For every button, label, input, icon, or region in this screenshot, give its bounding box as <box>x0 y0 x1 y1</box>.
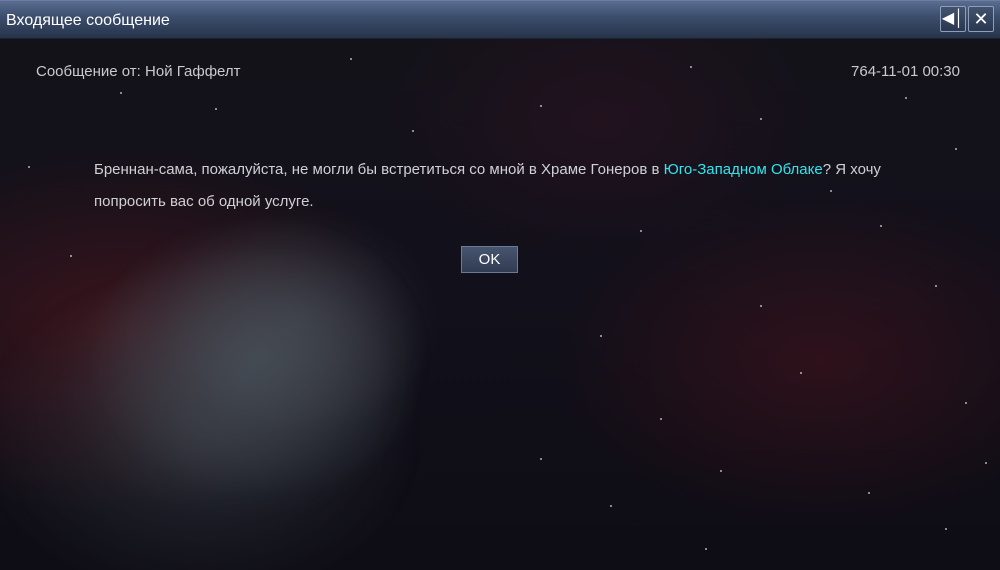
close-button[interactable]: ✕ <box>968 6 994 32</box>
speaker-icon: ◀│ <box>941 10 965 27</box>
sound-button[interactable]: ◀│ <box>940 6 966 32</box>
message-text-before: Бреннан-сама, пожалуйста, не могли бы вс… <box>94 161 664 178</box>
message-datetime: 764-11-01 00:30 <box>851 63 960 80</box>
message-body: Бреннан-сама, пожалуйста, не могли бы вс… <box>94 154 894 218</box>
title-bar[interactable]: Входящее сообщение ◀│ ✕ <box>0 0 1000 39</box>
close-icon: ✕ <box>973 9 989 29</box>
message-window: Входящее сообщение ◀│ ✕ Сообщение от: Но… <box>0 0 1000 570</box>
sender-label: Сообщение от: Ной Гаффелт <box>36 63 241 80</box>
ok-button[interactable]: OK <box>461 246 518 273</box>
window-title: Входящее сообщение <box>6 12 170 29</box>
location-link[interactable]: Юго-Западном Облаке <box>664 161 823 178</box>
